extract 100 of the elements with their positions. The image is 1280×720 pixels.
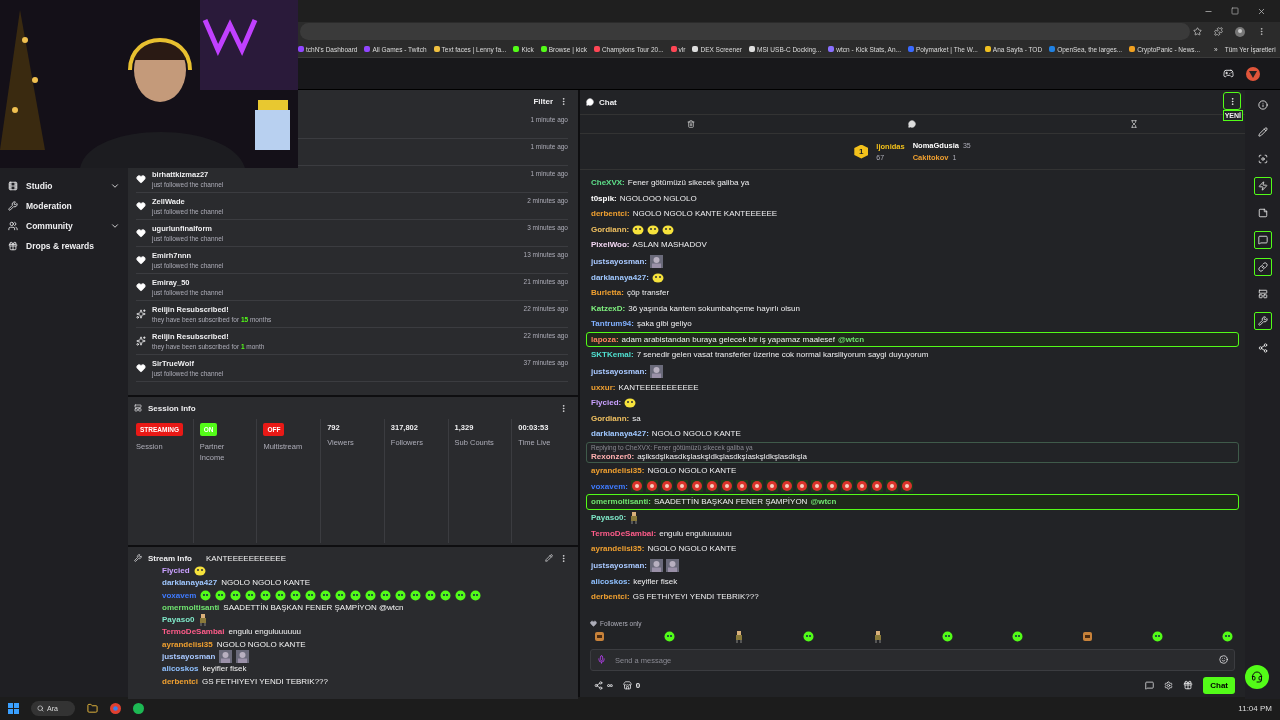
chat-message-text: NGOLO NGOLO KANTE	[651, 429, 741, 439]
chat-username[interactable]: Tantrum94:	[591, 319, 634, 329]
blob-icon	[803, 631, 814, 642]
chat-message-text: Fener götümüzü sikecek galiba ya	[627, 178, 750, 188]
chat-username[interactable]: alicoskos:	[591, 576, 631, 586]
overlay-username: ayrandelisi35	[162, 639, 213, 649]
chat-username[interactable]: justsayosman:	[591, 256, 648, 266]
chat-username[interactable]: omermoltisanti:	[591, 497, 651, 507]
rail-button[interactable]	[1253, 177, 1272, 195]
puzzle-icon[interactable]	[1214, 27, 1223, 36]
blob-icon	[664, 631, 675, 642]
menu-icon[interactable]	[1257, 27, 1266, 36]
chat-username[interactable]: darklanaya427:	[591, 272, 649, 282]
chat-username[interactable]: voxavem:	[591, 481, 628, 491]
more-button[interactable]	[559, 553, 568, 563]
blob-icon	[230, 589, 242, 601]
music-app-icon[interactable]	[133, 703, 144, 714]
support-button[interactable]	[1245, 665, 1269, 689]
chat-username[interactable]: t0spik:	[591, 193, 617, 203]
chat-bubble-icon	[586, 98, 594, 106]
chat-icon[interactable]	[1145, 680, 1155, 690]
star-icon[interactable]	[1193, 27, 1202, 36]
edit-button[interactable]	[545, 554, 553, 562]
chat-username[interactable]: Gordiann:	[591, 413, 630, 423]
address-field[interactable]	[300, 23, 1190, 40]
ball-icon	[825, 480, 838, 492]
mic-icon	[597, 655, 606, 664]
box-icon	[1082, 631, 1093, 642]
chat-title: Chat	[599, 97, 617, 107]
figure-icon	[236, 650, 250, 664]
more-button[interactable]	[1223, 92, 1241, 110]
chat-username[interactable]: KatzexD:	[591, 303, 626, 313]
heart-icon	[136, 174, 146, 184]
emoji-icon[interactable]	[1219, 655, 1228, 664]
filter-button[interactable]: Filter	[533, 96, 553, 106]
start-icon[interactable]	[8, 703, 19, 714]
sidebar-item[interactable]: Drops & rewards	[8, 238, 120, 254]
ball-icon	[900, 480, 913, 492]
chat-message-text: 7 senedir gelen vasat transferler üzerine cok normal karsiliyorum saygi duyuyorum	[636, 350, 929, 360]
nodes-icon	[594, 680, 603, 690]
close-icon[interactable]	[1257, 6, 1266, 16]
nodes-icon	[1257, 343, 1268, 353]
chat-button[interactable]	[908, 120, 917, 128]
more-button[interactable]	[559, 96, 568, 106]
chat-username[interactable]: derbentci:	[591, 209, 630, 219]
heart-icon	[136, 228, 146, 238]
maximize-icon[interactable]	[1231, 7, 1239, 15]
rail-button[interactable]	[1253, 231, 1272, 249]
chat-send-button[interactable]: Chat	[1203, 676, 1235, 694]
blob-icon	[395, 589, 407, 601]
rail-button[interactable]	[1253, 258, 1272, 276]
ball-icon	[705, 480, 718, 492]
chat-bubble-icon	[908, 120, 917, 128]
chat-username[interactable]: lapoza:	[591, 334, 619, 344]
gamepad-icon[interactable]	[1223, 68, 1234, 79]
logo-icon[interactable]	[1246, 66, 1260, 81]
avatar-icon[interactable]	[1235, 26, 1245, 37]
chat-username[interactable]: justsayosman:	[591, 366, 648, 376]
chat-username[interactable]: derbentci:	[591, 592, 630, 602]
box-icon	[594, 631, 605, 642]
hourglass-button[interactable]	[1130, 120, 1139, 128]
chat-username[interactable]: TermoDeSambai:	[591, 528, 657, 538]
info-icon	[1257, 100, 1268, 110]
chat-username[interactable]: SKTKemal:	[591, 350, 634, 360]
settings-icon[interactable]	[1164, 680, 1174, 690]
sidebar-item[interactable]: Studio	[8, 178, 120, 194]
trash-button[interactable]	[686, 120, 695, 128]
browser-icon[interactable]	[110, 703, 121, 714]
focus-icon	[1257, 154, 1268, 164]
more-button[interactable]	[559, 403, 568, 413]
chat-username[interactable]: PixelWoo:	[591, 240, 630, 250]
blob-icon	[440, 589, 452, 601]
sidebar-item[interactable]: Moderation	[8, 198, 120, 214]
chat-username[interactable]: Payaso0:	[591, 513, 627, 522]
heart-icon	[136, 201, 146, 211]
chat-username[interactable]: Flycied:	[591, 398, 622, 408]
gift-icon[interactable]	[1183, 680, 1194, 690]
overlay-username: TermoDeSambai	[162, 627, 225, 637]
users-icon	[8, 221, 18, 231]
chat-username[interactable]: Rexonzer0:	[591, 451, 635, 461]
rail-button[interactable]	[1253, 312, 1272, 330]
chat-username[interactable]: darklanaya427:	[591, 429, 649, 439]
chat-username[interactable]: ayrandelisi35:	[591, 465, 645, 475]
chat-username[interactable]: justsayosman:	[591, 560, 648, 570]
mention-link[interactable]: @wtcn	[838, 334, 865, 344]
gift-icon	[8, 241, 18, 251]
overlay-username: darklanaya427	[162, 578, 218, 588]
smiley-icon	[624, 397, 637, 409]
sidebar-item[interactable]: Community	[8, 218, 120, 234]
chat-username[interactable]: CheXVX:	[591, 178, 625, 188]
chat-username[interactable]: Burletta:	[591, 288, 624, 298]
mention-link[interactable]: @wtcn	[810, 497, 837, 507]
chat-username[interactable]: Gordiann:	[591, 224, 630, 234]
smiley-icon	[632, 223, 645, 235]
chat-message-text: NGOLOOO NGLOLO	[619, 193, 697, 203]
chat-username[interactable]: ayrandelisi35:	[591, 544, 645, 554]
overlay-username: omermoltisanti	[162, 602, 220, 612]
blob-icon	[365, 589, 377, 601]
folder-icon[interactable]	[87, 703, 98, 714]
chat-username[interactable]: uxxur:	[591, 382, 616, 392]
